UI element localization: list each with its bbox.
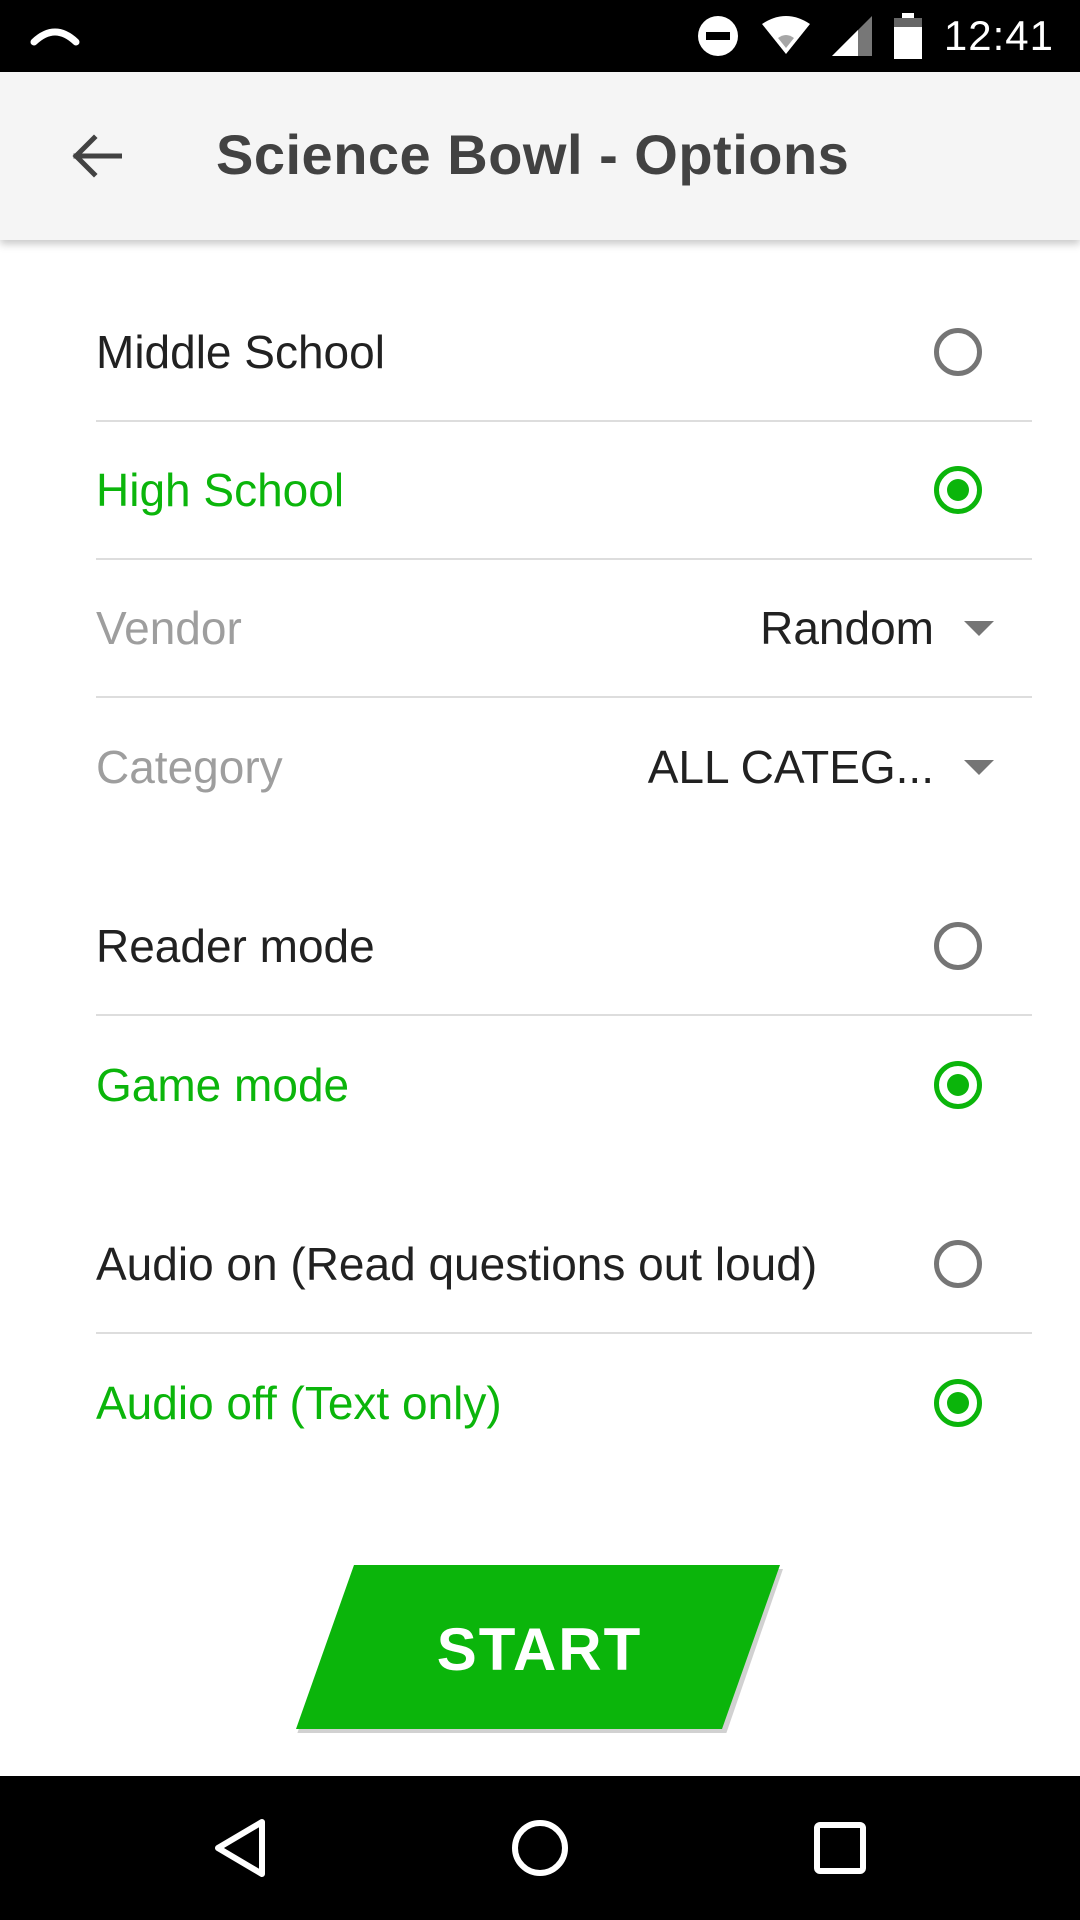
vendor-dropdown[interactable]: Random [760,601,994,655]
dropdown-caret-icon [964,759,994,775]
option-label: Middle School [96,326,385,378]
start-button[interactable]: START [296,1565,783,1733]
start-label: START [436,1615,643,1683]
option-audio-off[interactable]: Audio off (Text only) [96,1334,1032,1472]
option-audio-on[interactable]: Audio on (Read questions out loud) [96,1196,1032,1334]
page-title: Science Bowl - Options [216,123,850,186]
radio-audio-on[interactable] [934,1240,982,1288]
category-dropdown[interactable]: ALL CATEG... [648,740,994,794]
radio-game-mode[interactable] [934,1061,982,1109]
option-middle-school[interactable]: Middle School [96,284,1032,422]
dropdown-caret-icon [964,620,994,636]
nav-back-button[interactable] [200,1808,280,1888]
do-not-disturb-icon [697,16,738,56]
arc-notification-icon [30,28,80,46]
option-label: Audio off (Text only) [96,1377,502,1429]
radio-reader-mode[interactable] [934,922,982,970]
nav-recents-button[interactable] [800,1808,880,1888]
option-reader-mode[interactable]: Reader mode [96,878,1032,1016]
back-triangle-icon [215,1819,265,1877]
app-bar: Science Bowl - Options [0,72,1080,240]
option-high-school[interactable]: High School [96,422,1032,560]
recents-square-icon [814,1822,866,1874]
category-label: Category [96,741,283,793]
battery-icon [893,13,922,59]
status-bar: 12:41 [0,0,1080,72]
back-button[interactable] [56,116,136,196]
status-time: 12:41 [943,12,1054,59]
vendor-value: Random [760,602,934,654]
wifi-icon [761,16,810,54]
navigation-bar [0,1776,1080,1920]
category-value: ALL CATEG... [647,741,934,793]
category-row: Category ALL CATEG... [96,698,1032,836]
cell-signal-icon [831,16,872,56]
nav-home-button[interactable] [500,1808,580,1888]
home-circle-icon [512,1820,568,1876]
option-label: Game mode [96,1059,350,1111]
options-content: Middle School High School Vendor Random … [0,240,1080,1776]
option-game-mode[interactable]: Game mode [96,1016,1032,1154]
arrow-back-icon [72,134,122,178]
status-icons: 12:41 [696,0,1054,72]
vendor-row: Vendor Random [96,560,1032,698]
radio-middle-school[interactable] [934,328,982,376]
option-label: High School [96,464,345,516]
radio-high-school[interactable] [934,466,982,514]
radio-audio-off[interactable] [934,1379,982,1427]
option-label: Reader mode [96,920,375,972]
option-label: Audio on (Read questions out loud) [96,1238,818,1290]
vendor-label: Vendor [96,602,242,654]
